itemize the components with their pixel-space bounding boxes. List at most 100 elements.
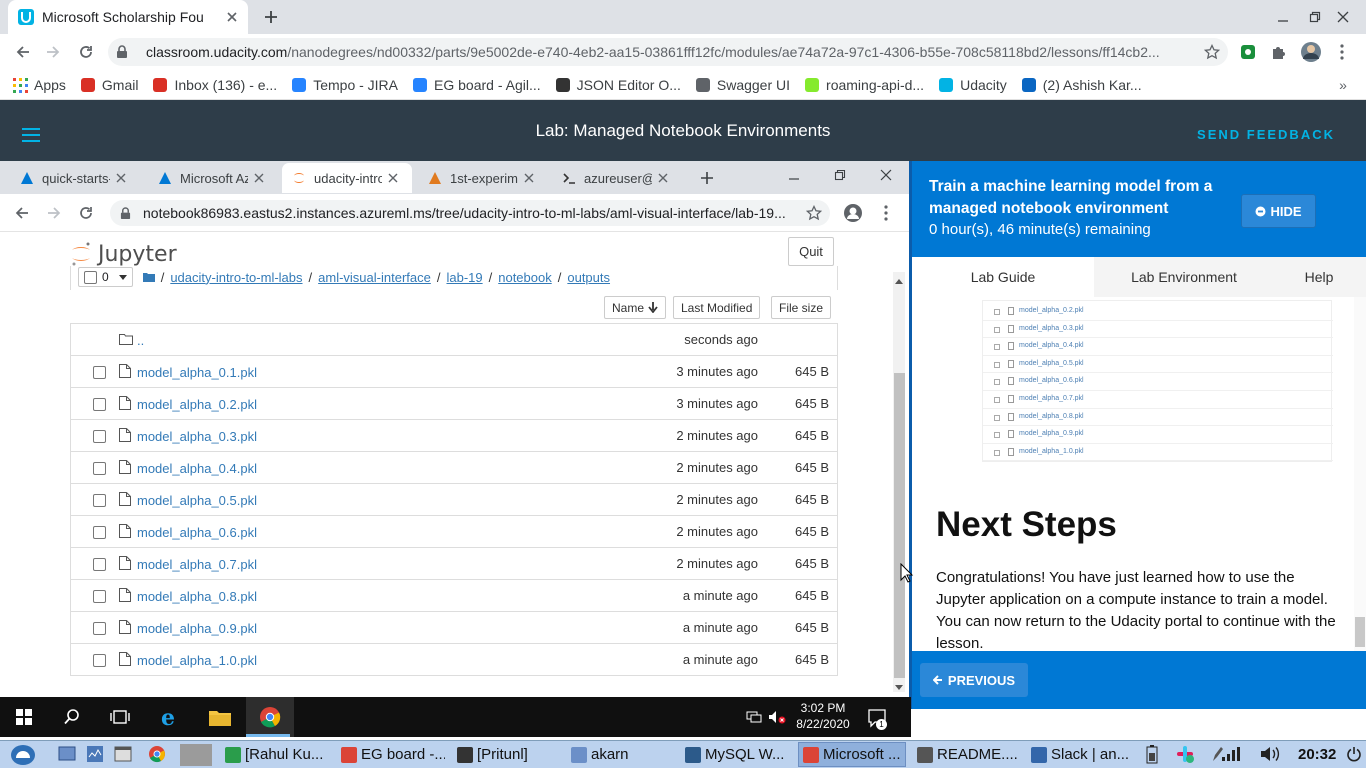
inner-tab[interactable]: Microsoft Azu bbox=[148, 163, 274, 193]
inner-tab[interactable]: quick-starts-v bbox=[10, 163, 136, 193]
bookmark-item[interactable]: EG board - Agil... bbox=[412, 77, 541, 93]
file-row[interactable]: model_alpha_0.6.pkl 2 minutes ago 645 B bbox=[71, 516, 837, 548]
sort-by-size-button[interactable]: File size bbox=[771, 296, 832, 319]
internet-explorer-icon[interactable]: e bbox=[146, 697, 194, 737]
file-checkbox[interactable] bbox=[93, 654, 106, 667]
more-menu-icon[interactable] bbox=[1332, 40, 1352, 64]
inner-forward-button[interactable] bbox=[42, 201, 66, 225]
file-name-link[interactable]: model_alpha_1.0.pkl bbox=[137, 653, 257, 668]
jupyter-logo-text[interactable]: Jupyter bbox=[98, 242, 177, 267]
windows-start-icon[interactable] bbox=[0, 697, 48, 737]
file-checkbox[interactable] bbox=[93, 494, 106, 507]
panel-task-item[interactable]: README.... bbox=[912, 742, 1020, 767]
outer-tab-udacity[interactable]: Microsoft Scholarship Fou bbox=[8, 0, 248, 34]
inner-new-tab-button[interactable] bbox=[696, 168, 718, 188]
file-checkbox[interactable] bbox=[93, 590, 106, 603]
lab-guide-scrollbar-thumb[interactable] bbox=[1355, 617, 1365, 647]
bookmark-item[interactable]: roaming-api-d... bbox=[804, 77, 924, 93]
file-row[interactable]: model_alpha_0.5.pkl 2 minutes ago 645 B bbox=[71, 484, 837, 516]
file-row[interactable]: model_alpha_0.4.pkl 2 minutes ago 645 B bbox=[71, 452, 837, 484]
panel-task-item[interactable]: [Pritunl] bbox=[452, 742, 560, 767]
profile-avatar[interactable] bbox=[1298, 40, 1324, 64]
file-checkbox[interactable] bbox=[93, 462, 106, 475]
tab-help[interactable]: Help bbox=[1274, 257, 1364, 297]
inner-tab[interactable]: 1st-experime bbox=[418, 163, 544, 193]
inner-minimize-button[interactable] bbox=[780, 164, 808, 186]
close-tab-icon[interactable] bbox=[116, 173, 126, 183]
show-desktop-icon[interactable] bbox=[56, 743, 78, 765]
close-tab-icon[interactable] bbox=[388, 173, 398, 183]
file-checkbox[interactable] bbox=[93, 430, 106, 443]
inner-tab[interactable]: azureuser@n bbox=[552, 163, 678, 193]
battery-icon[interactable] bbox=[1142, 743, 1162, 765]
file-row[interactable]: model_alpha_0.8.pkl a minute ago 645 B bbox=[71, 580, 837, 612]
file-name-link[interactable]: model_alpha_0.8.pkl bbox=[137, 589, 257, 604]
close-tab-icon[interactable] bbox=[226, 11, 238, 23]
parent-directory-link[interactable]: .. bbox=[137, 333, 144, 348]
folder-icon[interactable] bbox=[142, 272, 155, 282]
file-name-link[interactable]: model_alpha_0.6.pkl bbox=[137, 525, 257, 540]
bookmark-item[interactable]: Udacity bbox=[938, 77, 1007, 93]
panel-task-item[interactable]: Slack | an... bbox=[1026, 742, 1130, 767]
menu-launcher-icon[interactable] bbox=[4, 742, 42, 767]
file-name-link[interactable]: model_alpha_0.2.pkl bbox=[137, 397, 257, 412]
bookmark-item[interactable]: Swagger UI bbox=[695, 77, 790, 93]
inner-address-bar[interactable]: notebook86983.eastus2.instances.azureml.… bbox=[110, 200, 830, 226]
tab-lab-environment[interactable]: Lab Environment bbox=[1094, 257, 1274, 297]
bookmark-item[interactable]: Apps bbox=[12, 77, 66, 93]
file-name-link[interactable]: model_alpha_0.1.pkl bbox=[137, 365, 257, 380]
close-tab-icon[interactable] bbox=[254, 173, 264, 183]
file-name-link[interactable]: model_alpha_0.7.pkl bbox=[137, 557, 257, 572]
forward-button[interactable] bbox=[40, 40, 66, 64]
signal-strength-icon[interactable] bbox=[1218, 743, 1244, 765]
quit-button[interactable]: Quit bbox=[788, 237, 834, 266]
tab-lab-guide[interactable]: Lab Guide bbox=[912, 257, 1094, 297]
workspace-switcher[interactable] bbox=[180, 744, 212, 766]
panel-task-item[interactable]: MySQL W... bbox=[680, 742, 792, 767]
breadcrumb-link[interactable]: aml-visual-interface bbox=[318, 270, 431, 285]
sort-by-modified-button[interactable]: Last Modified bbox=[673, 296, 761, 319]
bookmark-item[interactable]: Inbox (136) - e... bbox=[152, 77, 277, 93]
network-icon[interactable] bbox=[744, 707, 764, 727]
file-row[interactable]: model_alpha_0.2.pkl 3 minutes ago 645 B bbox=[71, 388, 837, 420]
extension-icon[interactable] bbox=[1236, 40, 1260, 64]
bookmark-item[interactable]: JSON Editor O... bbox=[555, 77, 681, 93]
inner-profile-icon[interactable] bbox=[842, 202, 864, 224]
breadcrumb-link[interactable]: outputs bbox=[567, 270, 610, 285]
previous-button[interactable]: PREVIOUS bbox=[920, 663, 1028, 697]
bookmarks-overflow-icon[interactable]: » bbox=[1334, 76, 1352, 94]
address-bar[interactable]: classroom.udacity.com/nanodegrees/nd0033… bbox=[108, 38, 1228, 66]
hide-button[interactable]: HIDE bbox=[1241, 194, 1316, 228]
close-tab-icon[interactable] bbox=[658, 173, 668, 183]
send-feedback-link[interactable]: SEND FEEDBACK bbox=[1197, 127, 1335, 142]
breadcrumb-link[interactable]: lab-19 bbox=[446, 270, 482, 285]
puzzle-extensions-icon[interactable] bbox=[1267, 40, 1291, 64]
back-button[interactable] bbox=[10, 40, 36, 64]
panel-task-item[interactable]: akarn bbox=[566, 742, 674, 767]
system-monitor-icon[interactable] bbox=[84, 743, 106, 765]
parent-directory-row[interactable]: .. seconds ago bbox=[71, 324, 837, 356]
file-row[interactable]: model_alpha_0.9.pkl a minute ago 645 B bbox=[71, 612, 837, 644]
power-icon[interactable] bbox=[1344, 743, 1364, 765]
chrome-taskbar-icon[interactable] bbox=[246, 697, 294, 737]
bookmark-item[interactable]: Tempo - JIRA bbox=[291, 77, 398, 93]
inner-tab[interactable]: udacity-intro bbox=[282, 163, 412, 193]
file-row[interactable]: model_alpha_0.1.pkl 3 minutes ago 645 B bbox=[71, 356, 837, 388]
file-checkbox[interactable] bbox=[93, 526, 106, 539]
file-explorer-icon[interactable] bbox=[196, 697, 244, 737]
file-name-link[interactable]: model_alpha_0.4.pkl bbox=[137, 461, 257, 476]
file-row[interactable]: model_alpha_0.7.pkl 2 minutes ago 645 B bbox=[71, 548, 837, 580]
panel-task-item[interactable]: Microsoft ... bbox=[798, 742, 906, 767]
select-all-checkbox[interactable] bbox=[84, 270, 97, 284]
reload-button[interactable] bbox=[73, 40, 99, 64]
breadcrumb-link[interactable]: udacity-intro-to-ml-labs bbox=[170, 270, 302, 285]
file-row[interactable]: model_alpha_1.0.pkl a minute ago 645 B bbox=[71, 644, 837, 676]
file-checkbox[interactable] bbox=[93, 366, 106, 379]
volume-icon[interactable] bbox=[1258, 743, 1284, 765]
file-name-link[interactable]: model_alpha_0.5.pkl bbox=[137, 493, 257, 508]
file-row[interactable]: model_alpha_0.3.pkl 2 minutes ago 645 B bbox=[71, 420, 837, 452]
task-view-icon[interactable] bbox=[96, 697, 144, 737]
sort-by-name-button[interactable]: Name bbox=[604, 296, 667, 319]
inner-more-menu-icon[interactable] bbox=[878, 202, 894, 224]
inner-reload-button[interactable] bbox=[74, 201, 98, 225]
